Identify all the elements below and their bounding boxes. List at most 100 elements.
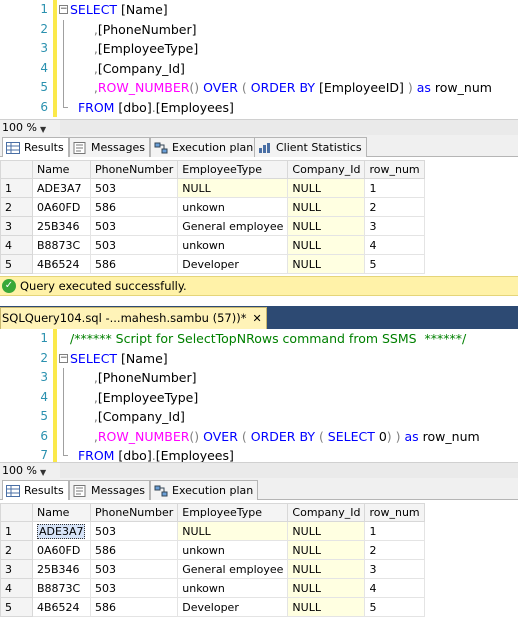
table-cell[interactable]: unkown: [177, 578, 289, 598]
column-header[interactable]: Company_Id: [287, 503, 366, 522]
table-cell[interactable]: 4B6524: [32, 597, 91, 617]
results-table[interactable]: Name PhoneNumber EmployeeType Company_Id row…: [0, 160, 425, 274]
code-line[interactable]: 2 − SELECT [Name]: [0, 348, 518, 368]
table-row[interactable]: 3 25B346 503 General employee NULL 3: [0, 216, 425, 236]
table-cell[interactable]: 5: [364, 597, 425, 617]
row-number[interactable]: 2: [0, 197, 33, 217]
results-grid-2[interactable]: Name PhoneNumber EmployeeType Company_Id row…: [0, 500, 518, 620]
table-cell[interactable]: NULL: [177, 521, 289, 541]
query-editor-1[interactable]: 1− SELECT [Name] 2 ,[PhoneNumber] 3 ,[Emplo…: [0, 0, 518, 119]
table-row[interactable]: 3 25B346 503 General employee NULL 3: [0, 559, 425, 579]
table-cell[interactable]: General employee: [177, 216, 289, 236]
table-row[interactable]: 2 0A60FD 586 unkown NULL 2: [0, 197, 425, 217]
table-cell[interactable]: unkown: [177, 197, 289, 217]
table-cell[interactable]: NULL: [287, 521, 366, 541]
table-row[interactable]: 5 4B6524 586 Developer NULL 5: [0, 597, 425, 617]
row-number[interactable]: 4: [0, 235, 33, 255]
table-cell[interactable]: NULL: [287, 559, 366, 579]
row-number[interactable]: 2: [0, 540, 33, 560]
table-cell[interactable]: 4B6524: [32, 254, 91, 274]
table-cell[interactable]: 586: [89, 197, 179, 217]
tab-messages[interactable]: Messages: [69, 137, 150, 157]
row-number[interactable]: 1: [0, 521, 33, 541]
column-header[interactable]: row_num: [364, 160, 425, 179]
code-line[interactable]: 3 ,[EmployeeType]: [0, 39, 518, 59]
table-cell[interactable]: 25B346: [32, 559, 91, 579]
table-cell[interactable]: Developer: [177, 254, 289, 274]
table-cell[interactable]: 0A60FD: [32, 197, 91, 217]
table-cell[interactable]: NULL: [287, 578, 366, 598]
table-cell[interactable]: 4: [364, 578, 425, 598]
table-cell[interactable]: 586: [89, 254, 179, 274]
code-line[interactable]: 5 ,ROW_NUMBER() OVER ( ORDER BY [Employe…: [0, 78, 518, 98]
table-cell[interactable]: B8873C: [32, 235, 91, 255]
results-table[interactable]: Name PhoneNumber EmployeeType Company_Id row…: [0, 503, 425, 617]
table-cell[interactable]: 503: [89, 178, 179, 198]
table-cell[interactable]: 586: [89, 597, 179, 617]
row-number[interactable]: 1: [0, 178, 33, 198]
collapse-icon[interactable]: −: [59, 353, 68, 363]
tab-messages[interactable]: Messages: [69, 480, 150, 500]
table-cell[interactable]: Developer: [177, 597, 289, 617]
table-cell[interactable]: NULL: [287, 178, 366, 198]
table-cell[interactable]: NULL: [177, 178, 289, 198]
table-cell[interactable]: 2: [364, 197, 425, 217]
table-row[interactable]: 2 0A60FD 586 unkown NULL 2: [0, 540, 425, 560]
grid-corner[interactable]: [0, 503, 33, 522]
row-number[interactable]: 3: [0, 559, 33, 579]
column-header[interactable]: Name: [32, 160, 91, 179]
table-cell[interactable]: NULL: [287, 216, 366, 236]
table-cell[interactable]: ADE3A7: [32, 178, 91, 198]
column-header[interactable]: PhoneNumber: [89, 160, 179, 179]
tab-execution-plan[interactable]: Execution plan: [150, 480, 259, 500]
table-row[interactable]: 1 ADE3A7 503 NULL NULL 1: [0, 521, 425, 541]
column-header[interactable]: row_num: [364, 503, 425, 522]
tab-results[interactable]: Results: [2, 480, 69, 501]
table-cell[interactable]: 586: [89, 540, 179, 560]
table-cell[interactable]: 503: [89, 235, 179, 255]
tab-execution-plan[interactable]: Execution plan: [150, 137, 259, 157]
row-number[interactable]: 5: [0, 254, 33, 274]
table-row[interactable]: 4 B8873C 503 unkown NULL 4: [0, 235, 425, 255]
table-cell[interactable]: 0A60FD: [32, 540, 91, 560]
column-header[interactable]: PhoneNumber: [89, 503, 179, 522]
table-cell[interactable]: unkown: [177, 540, 289, 560]
table-row[interactable]: 4 B8873C 503 unkown NULL 4: [0, 578, 425, 598]
table-cell[interactable]: NULL: [287, 235, 366, 255]
grid-corner[interactable]: [0, 160, 33, 179]
table-cell[interactable]: 503: [89, 216, 179, 236]
table-cell[interactable]: 25B346: [32, 216, 91, 236]
code-line[interactable]: 1 /****** Script for SelectTopNRows comma…: [0, 329, 518, 349]
code-line[interactable]: 4 ,[Company_Id]: [0, 58, 518, 78]
column-header[interactable]: Company_Id: [287, 160, 366, 179]
collapse-icon[interactable]: −: [59, 5, 68, 14]
query-editor-2[interactable]: 1 /****** Script for SelectTopNRows comma…: [0, 329, 518, 466]
table-cell[interactable]: NULL: [287, 597, 366, 617]
results-grid-1[interactable]: Name PhoneNumber EmployeeType Company_Id row…: [0, 157, 518, 276]
table-cell[interactable]: ADE3A7: [32, 521, 91, 541]
table-row[interactable]: 5 4B6524 586 Developer NULL 5: [0, 254, 425, 274]
table-cell[interactable]: NULL: [287, 197, 366, 217]
code-line[interactable]: 6 FROM [dbo].[Employees]: [0, 97, 518, 117]
code-line[interactable]: 1 − SELECT [Name]: [0, 0, 518, 20]
table-cell[interactable]: 503: [89, 521, 179, 541]
tab-results[interactable]: Results: [2, 137, 69, 158]
table-cell[interactable]: 3: [364, 559, 425, 579]
column-header[interactable]: Name: [32, 503, 91, 522]
tab-client-statistics[interactable]: Client Statistics: [254, 137, 367, 157]
code-line[interactable]: 2 ,[PhoneNumber]: [0, 19, 518, 39]
table-cell[interactable]: 2: [364, 540, 425, 560]
table-row[interactable]: 1 ADE3A7 503 NULL NULL 1: [0, 178, 425, 198]
close-icon[interactable]: ✕: [252, 312, 261, 325]
table-cell[interactable]: 1: [364, 178, 425, 198]
column-header[interactable]: EmployeeType: [177, 160, 289, 179]
code-line[interactable]: 4 ,[EmployeeType]: [0, 387, 518, 407]
document-tab[interactable]: SQLQuery104.sql -...mahesh.sambu (57))* ✕: [0, 307, 267, 329]
code-line[interactable]: 3 ,[PhoneNumber]: [0, 368, 518, 388]
row-number[interactable]: 3: [0, 216, 33, 236]
table-cell[interactable]: 4: [364, 235, 425, 255]
table-cell[interactable]: NULL: [287, 254, 366, 274]
code-line[interactable]: 6 ,ROW_NUMBER() OVER ( ORDER BY ( SELECT…: [0, 426, 518, 446]
table-cell[interactable]: unkown: [177, 235, 289, 255]
horizontal-scrollbar[interactable]: [60, 120, 518, 135]
